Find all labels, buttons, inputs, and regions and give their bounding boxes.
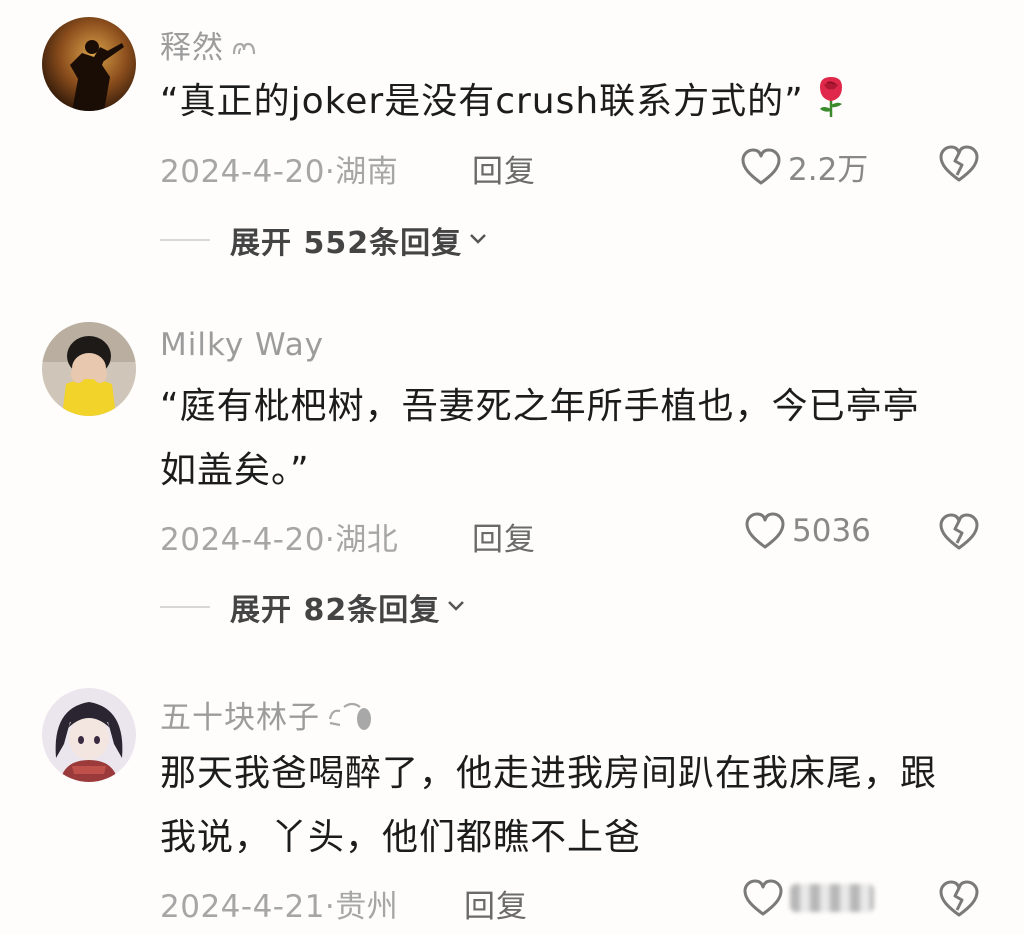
username[interactable]: Milky Way <box>160 327 324 363</box>
like-count-blurred <box>790 884 874 912</box>
heart-icon <box>740 148 782 186</box>
like-button[interactable] <box>742 879 874 917</box>
dislike-button[interactable] <box>938 880 980 918</box>
comment-date-location: 2024-4-20·湖南 <box>160 154 399 190</box>
comment-text: “庭有枇杷树，吾妻死之年所手植也，今已亭亭 如盖矣。” <box>160 386 920 491</box>
username[interactable]: 释然 <box>160 22 258 68</box>
avatar[interactable] <box>42 688 136 782</box>
heart-icon <box>742 879 784 917</box>
like-button[interactable]: 2.2万 <box>740 144 868 189</box>
user-badge-icon <box>230 32 258 68</box>
broken-heart-icon <box>938 513 980 551</box>
expand-replies-button[interactable]: 展开 82条回复 <box>160 585 466 629</box>
comment-text: “真正的joker是没有crush联系方式的” <box>160 70 980 140</box>
comment-date-location: 2024-4-21·贵州 <box>160 889 399 925</box>
divider-line <box>160 239 210 241</box>
username[interactable]: 五十块林子 <box>160 692 378 741</box>
chevron-down-icon <box>468 231 488 250</box>
user-badge-icon <box>326 699 378 741</box>
broken-heart-icon <box>938 145 980 183</box>
divider-line <box>160 606 210 608</box>
dislike-button[interactable] <box>938 145 980 183</box>
like-count: 2.2万 <box>788 152 869 188</box>
expand-replies-label: 展开 82条回复 <box>230 593 441 628</box>
broken-heart-icon <box>938 880 980 918</box>
chevron-down-icon <box>446 598 466 617</box>
expand-replies-button[interactable]: 展开 552条回复 <box>160 218 488 262</box>
avatar[interactable] <box>42 322 136 416</box>
expand-replies-label: 展开 552条回复 <box>230 226 463 261</box>
reply-button[interactable]: 回复 <box>472 514 536 559</box>
comment-text: 那天我爸喝醉了，他走进我房间趴在我床尾，跟 我说，丫头，他们都瞧不上爸 <box>160 753 938 858</box>
dislike-button[interactable] <box>938 513 980 551</box>
like-button[interactable]: 5036 <box>744 512 871 550</box>
reply-button[interactable]: 回复 <box>472 146 536 191</box>
avatar[interactable] <box>42 17 136 111</box>
reply-button[interactable]: 回复 <box>464 881 528 926</box>
heart-icon <box>744 512 786 550</box>
like-count: 5036 <box>792 513 871 549</box>
comment-date-location: 2024-4-20·湖北 <box>160 522 399 558</box>
rose-emoji-icon <box>814 75 848 140</box>
